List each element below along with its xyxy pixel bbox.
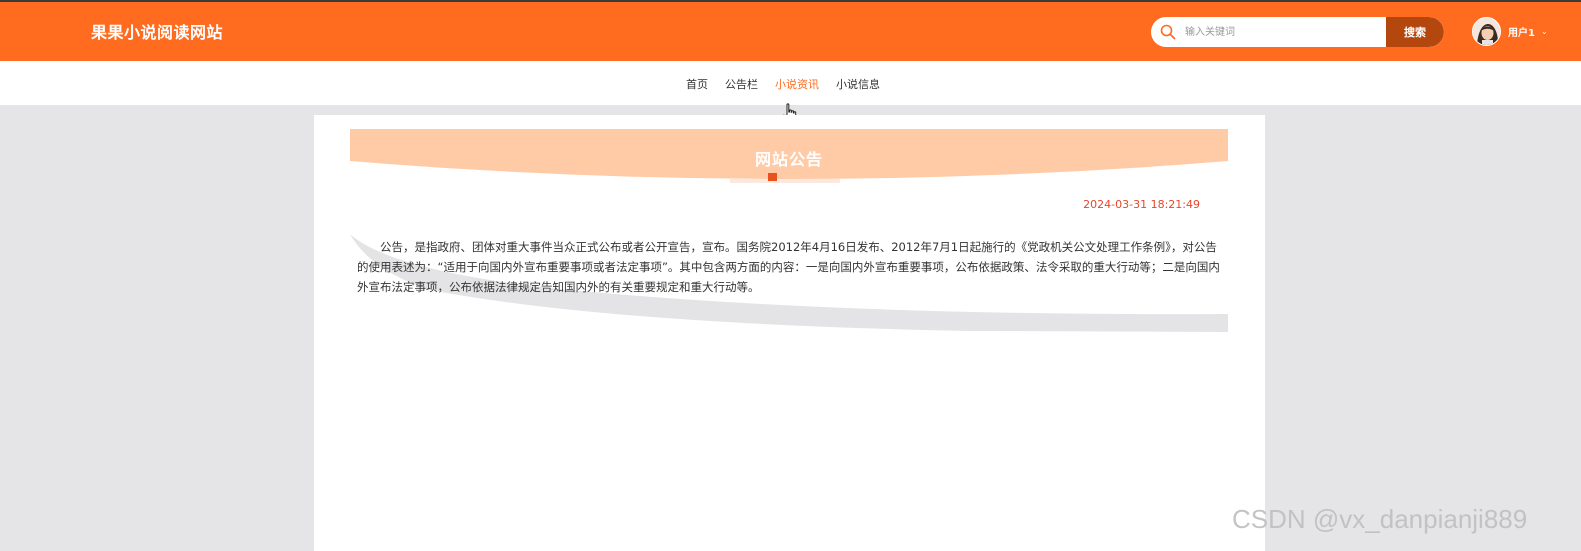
site-title[interactable]: 果果小说阅读网站: [91, 19, 223, 43]
user-name[interactable]: 用户1: [1508, 24, 1535, 39]
flag-icon: [768, 173, 777, 181]
announcement-body: 公告，是指政府、团体对重大事件当众正式公布或者公开宣告，宣布。国务院2012年4…: [357, 240, 1220, 294]
search-button[interactable]: 搜索: [1386, 17, 1444, 47]
nav-item-announcements[interactable]: 公告栏: [725, 76, 758, 92]
publish-date: 2024-03-31 18:21:49: [1083, 198, 1200, 211]
page-title: 网站公告: [754, 150, 823, 169]
announcement-panel: 网站公告 2024-03-31 18:21:49 公告，是指政府、团体对重大事件…: [314, 115, 1265, 551]
nav-item-home[interactable]: 首页: [686, 76, 708, 92]
avatar[interactable]: [1472, 16, 1501, 46]
nav-bar: 首页 公告栏 小说资讯 小说信息: [0, 61, 1581, 105]
nav-item-novel-news[interactable]: 小说资讯: [775, 76, 819, 92]
nav-item-novel-info[interactable]: 小说信息: [836, 76, 880, 92]
search-input[interactable]: [1185, 17, 1385, 47]
chevron-down-icon[interactable]: ⌄: [1541, 27, 1548, 36]
title-banner: 网站公告: [350, 129, 1228, 184]
nav-menu: 首页 公告栏 小说资讯 小说信息: [686, 76, 897, 92]
watermark: CSDN @vx_danpianji889: [1232, 504, 1528, 534]
search-icon: [1151, 17, 1185, 47]
search-box: 搜索: [1151, 17, 1444, 47]
user-menu[interactable]: 用户1 ⌄: [1472, 16, 1548, 46]
top-header: 果果小说阅读网站 搜索 用户1 ⌄: [0, 0, 1581, 61]
